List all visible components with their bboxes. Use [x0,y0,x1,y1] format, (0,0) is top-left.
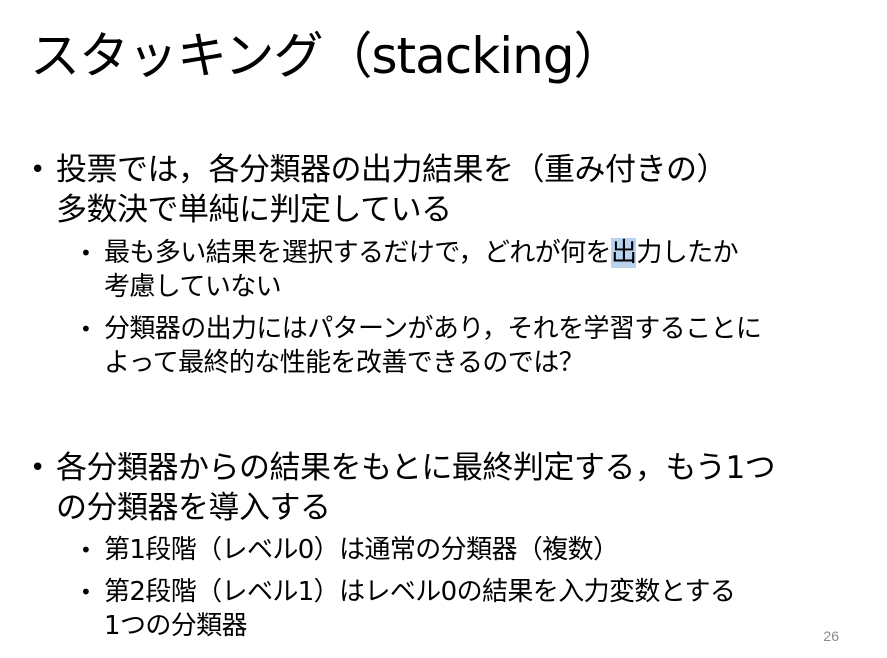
sub-bullet-item-level0: • 第1段階（レベル0）は通常の分類器（複数） [80,533,875,567]
sub-bullet-item-pattern: • 分類器の出力にはパターンがあり，それを学習することに よって最終的な性能を改… [80,312,875,380]
sub-bullet-text-line: 分類器の出力にはパターンがあり，それを学習することに [104,314,762,344]
bullet-text-line: の分類器を導入する [56,490,331,526]
bullet-dot-icon: • [80,538,92,562]
sub-bullet-text: 最も多い結果を選択するだけで，どれが何を出力したか 考慮していない [104,236,875,304]
bullet-dot-icon: • [80,580,92,604]
bullet-dot-icon: • [30,453,45,483]
bullet-text-line: 各分類器からの結果をもとに最終判定する，もう1つ [56,450,776,486]
bullet-text-line: 多数決で単純に判定している [56,192,452,228]
page-number: 26 [823,628,839,644]
text-selection-highlight[interactable]: 出 [610,238,637,268]
bullet-text: 投票では，各分類器の出力結果を（重み付きの） 多数決で単純に判定している [56,150,870,230]
sub-bullet-item-most-common: • 最も多い結果を選択するだけで，どれが何を出力したか 考慮していない [80,236,875,304]
sub-bullet-text: 第1段階（レベル0）は通常の分類器（複数） [104,533,875,567]
slide-title: スタッキング（stacking） [30,27,624,85]
sub-bullet-text-line: よって最終的な性能を改善できるのでは？ [104,348,585,378]
bullet-dot-icon: • [30,155,45,185]
bullet-dot-icon: • [80,241,92,265]
bullet-text-line: 投票では，各分類器の出力結果を（重み付きの） [56,152,728,188]
sub-bullet-text-line: 1つの分類器 [104,611,248,641]
sub-bullet-text-part: 最も多い結果を選択するだけで，どれが何を [104,238,612,268]
sub-bullet-text: 分類器の出力にはパターンがあり，それを学習することに よって最終的な性能を改善で… [104,312,875,380]
bullet-dot-icon: • [80,317,92,341]
sub-bullet-text-line: 考慮していない [104,272,282,302]
bullet-item-voting: • 投票では，各分類器の出力結果を（重み付きの） 多数決で単純に判定している [30,150,870,230]
sub-bullet-item-level1: • 第2段階（レベル1）はレベル0の結果を入力変数とする 1つの分類器 [80,575,875,643]
bullet-item-meta-classifier: • 各分類器からの結果をもとに最終判定する，もう1つ の分類器を導入する [30,448,870,528]
sub-bullet-text-line: 第2段階（レベル1）はレベル0の結果を入力変数とする [104,577,736,607]
slide: スタッキング（stacking） • 投票では，各分類器の出力結果を（重み付きの… [0,0,887,658]
sub-bullet-text-line: 第1段階（レベル0）は通常の分類器（複数） [104,535,619,565]
bullet-text: 各分類器からの結果をもとに最終判定する，もう1つ の分類器を導入する [56,448,870,528]
sub-bullet-text: 第2段階（レベル1）はレベル0の結果を入力変数とする 1つの分類器 [104,575,875,643]
sub-bullet-text-part: 力したか [636,238,738,268]
